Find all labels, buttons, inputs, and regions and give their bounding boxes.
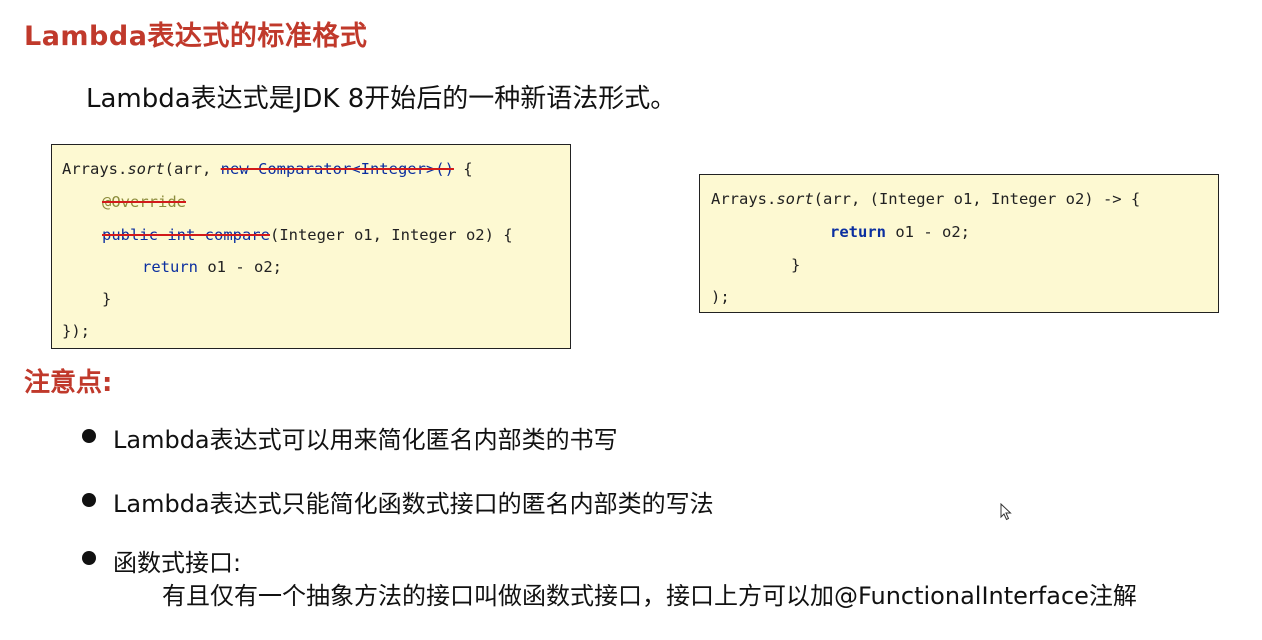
code-right-line-1: Arrays.sort(arr, (Integer o1, Integer o2… xyxy=(711,189,1140,209)
code-right-line-4: ); xyxy=(711,288,730,306)
bullet-dot-icon xyxy=(82,551,96,565)
code-token: (arr, xyxy=(164,160,221,178)
bullet-dot-icon xyxy=(82,493,96,507)
code-right-line-3: } xyxy=(791,256,801,274)
anonymous-class-code-box: Arrays.sort(arr, new Comparator<Integer>… xyxy=(51,144,571,349)
code-token: (arr, (Integer o1, Integer o2) -> { xyxy=(813,190,1141,208)
code-left-line-5: } xyxy=(102,290,112,308)
code-right-line-2: return o1 - o2; xyxy=(830,222,970,242)
functional-interface-definition: 有且仅有一个抽象方法的接口叫做函数式接口，接口上方可以加@FunctionalI… xyxy=(162,582,1137,610)
bullet-dot-icon xyxy=(82,429,96,443)
code-left-line-6: }); xyxy=(62,322,90,340)
code-left-line-2: @Override xyxy=(102,192,186,212)
page-title: Lambda表达式的标准格式 xyxy=(24,21,368,52)
note-item-3: 函数式接口: xyxy=(113,549,242,577)
note-item-2: Lambda表达式只能简化函数式接口的匿名内部类的写法 xyxy=(113,490,714,518)
struck-code-new-comparator: new Comparator<Integer>() xyxy=(220,160,454,178)
code-token: o1 - o2; xyxy=(886,223,970,241)
code-token: { xyxy=(453,160,473,178)
code-token-sort: sort xyxy=(776,190,814,208)
note-item-1: Lambda表达式可以用来简化匿名内部类的书写 xyxy=(113,426,618,454)
mouse-pointer-icon xyxy=(1000,503,1012,521)
notes-title: 注意点: xyxy=(24,368,113,398)
struck-code-public-int-compare: public int compare xyxy=(102,226,270,244)
intro-text: Lambda表达式是JDK 8开始后的一种新语法形式。 xyxy=(86,84,677,114)
code-token: (Integer o1, Integer o2) { xyxy=(269,226,513,244)
code-token-sort: sort xyxy=(127,160,165,178)
code-keyword-return: return xyxy=(142,258,198,276)
code-token: Arrays. xyxy=(62,160,128,178)
code-token: Arrays. xyxy=(711,190,777,208)
code-token: o1 - o2; xyxy=(198,258,282,276)
code-left-line-4: return o1 - o2; xyxy=(142,257,282,277)
code-left-line-3: public int compare(Integer o1, Integer o… xyxy=(102,225,513,245)
lambda-code-box: Arrays.sort(arr, (Integer o1, Integer o2… xyxy=(699,174,1219,313)
struck-code-override: @Override xyxy=(102,193,186,211)
code-keyword-return: return xyxy=(830,223,886,241)
code-left-line-1: Arrays.sort(arr, new Comparator<Integer>… xyxy=(62,159,473,179)
